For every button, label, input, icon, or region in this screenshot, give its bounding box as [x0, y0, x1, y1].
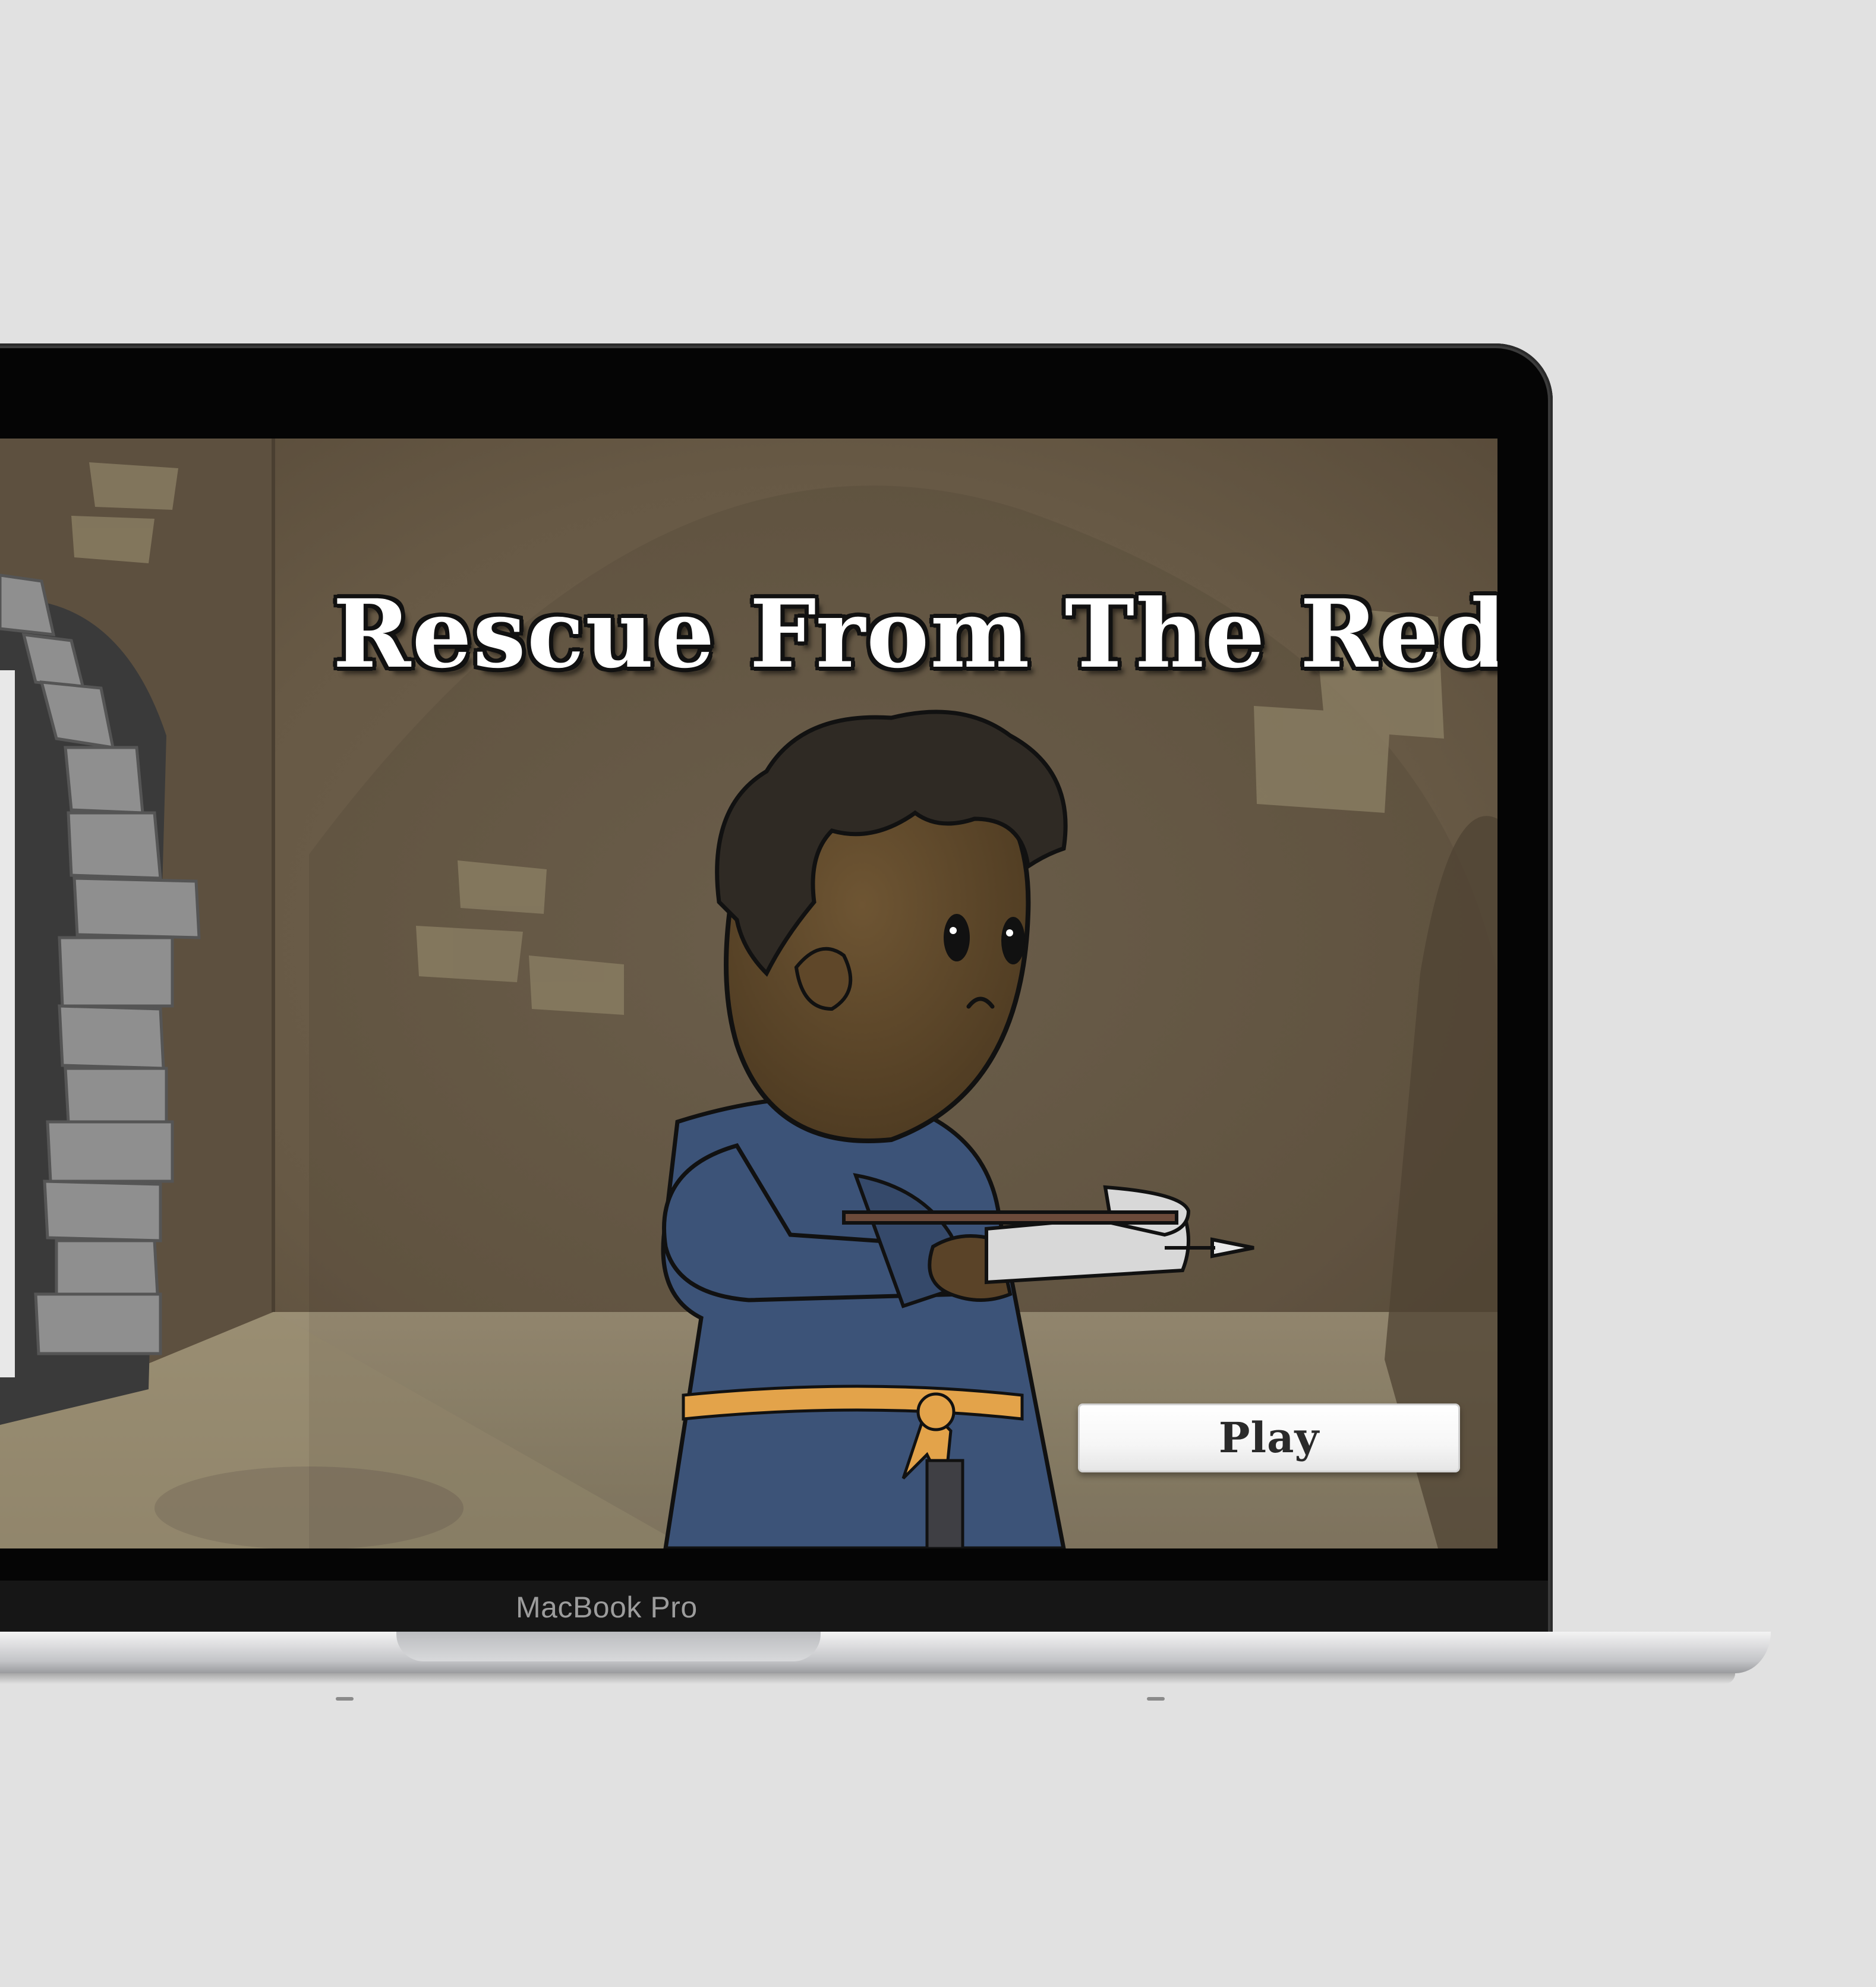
- game-title: Rescue From The Red Keep: [333, 579, 1497, 689]
- mockup-stage: Rescue From The Red Keep Play MacBook Pr…: [0, 0, 1876, 1987]
- bezel-chin: [0, 1581, 1548, 1633]
- game-screen[interactable]: Rescue From The Red Keep Play: [0, 439, 1497, 1548]
- laptop-base: [0, 1632, 1771, 1673]
- play-button-label: Play: [1218, 1413, 1320, 1462]
- trackpad-notch: [396, 1632, 821, 1661]
- device-label: MacBook Pro: [516, 1591, 698, 1624]
- foot-dot-right: [1147, 1697, 1165, 1701]
- foot-dot-left: [336, 1697, 354, 1701]
- play-button[interactable]: Play: [1078, 1403, 1460, 1472]
- laptop-base-shadow: [0, 1673, 1735, 1684]
